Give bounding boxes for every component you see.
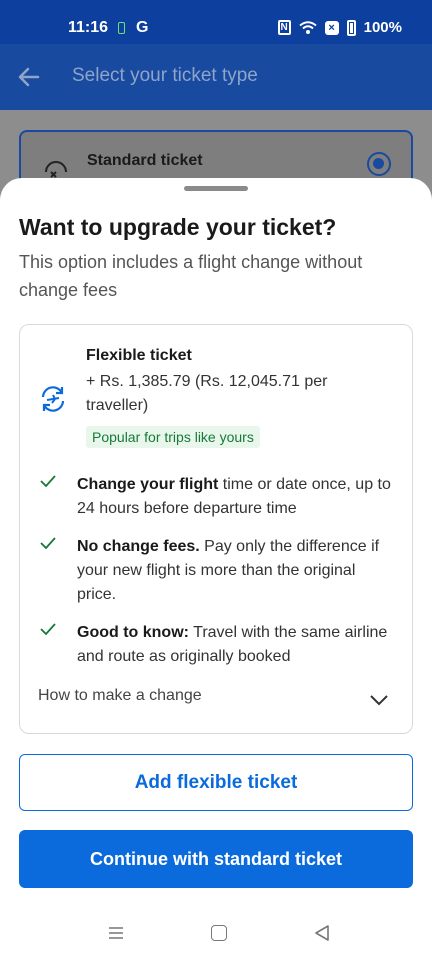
google-icon: G	[136, 19, 149, 36]
battery-icon	[346, 19, 356, 36]
app-header: Select your ticket type	[0, 44, 432, 110]
flight-change-icon	[41, 386, 65, 412]
check-icon	[40, 475, 56, 487]
page-title: Select your ticket type	[72, 65, 258, 86]
sheet-drag-handle[interactable]	[184, 186, 248, 191]
flexible-ticket-name: Flexible ticket	[86, 347, 192, 364]
status-time: 11:16	[68, 19, 109, 36]
arrow-left-icon[interactable]	[16, 64, 42, 90]
system-nav-bar	[0, 912, 432, 960]
feature-bold: Good to know:	[77, 624, 189, 641]
status-bar: 11:16 G N × 100%	[0, 0, 432, 44]
battery-percent: 100%	[363, 19, 402, 36]
back-triangle-icon[interactable]	[314, 925, 330, 941]
feature-text: Change your flight time or date once, up…	[77, 473, 397, 521]
feature-text: No change fees. Pay only the difference …	[77, 535, 397, 607]
check-icon	[40, 623, 56, 635]
battery-saver-icon	[118, 22, 125, 34]
check-icon	[40, 537, 56, 549]
x-notification-icon: ×	[324, 20, 339, 35]
popular-badge: Popular for trips like yours	[86, 426, 260, 448]
add-flexible-ticket-button[interactable]: Add flexible ticket	[19, 754, 413, 811]
flexible-ticket-price: + Rs. 1,385.79 (Rs. 12,045.71 per travel…	[86, 373, 328, 414]
sheet-title: Want to upgrade your ticket?	[19, 214, 337, 240]
how-to-change-toggle[interactable]: How to make a change	[38, 687, 202, 705]
standard-ticket-radio[interactable]	[367, 152, 391, 176]
standard-ticket-label: Standard ticket	[87, 152, 203, 169]
feature-bold: No change fees.	[77, 538, 200, 555]
nfc-icon: N	[277, 20, 291, 35]
sheet-subtitle: This option includes a flight change wit…	[19, 252, 363, 300]
status-icons: N × 100%	[277, 19, 402, 36]
feature-bold: Change your flight	[77, 476, 219, 493]
upgrade-bottom-sheet: Want to upgrade your ticket? This option…	[0, 178, 432, 960]
chevron-down-icon[interactable]	[369, 694, 389, 706]
home-icon[interactable]	[211, 925, 227, 941]
recents-icon[interactable]	[108, 926, 124, 940]
continue-standard-button[interactable]: Continue with standard ticket	[19, 830, 413, 888]
flexible-ticket-card: Flexible ticket + Rs. 1,385.79 (Rs. 12,0…	[19, 324, 413, 734]
wifi-icon	[298, 20, 317, 34]
feature-text: Good to know: Travel with the same airli…	[77, 621, 397, 669]
